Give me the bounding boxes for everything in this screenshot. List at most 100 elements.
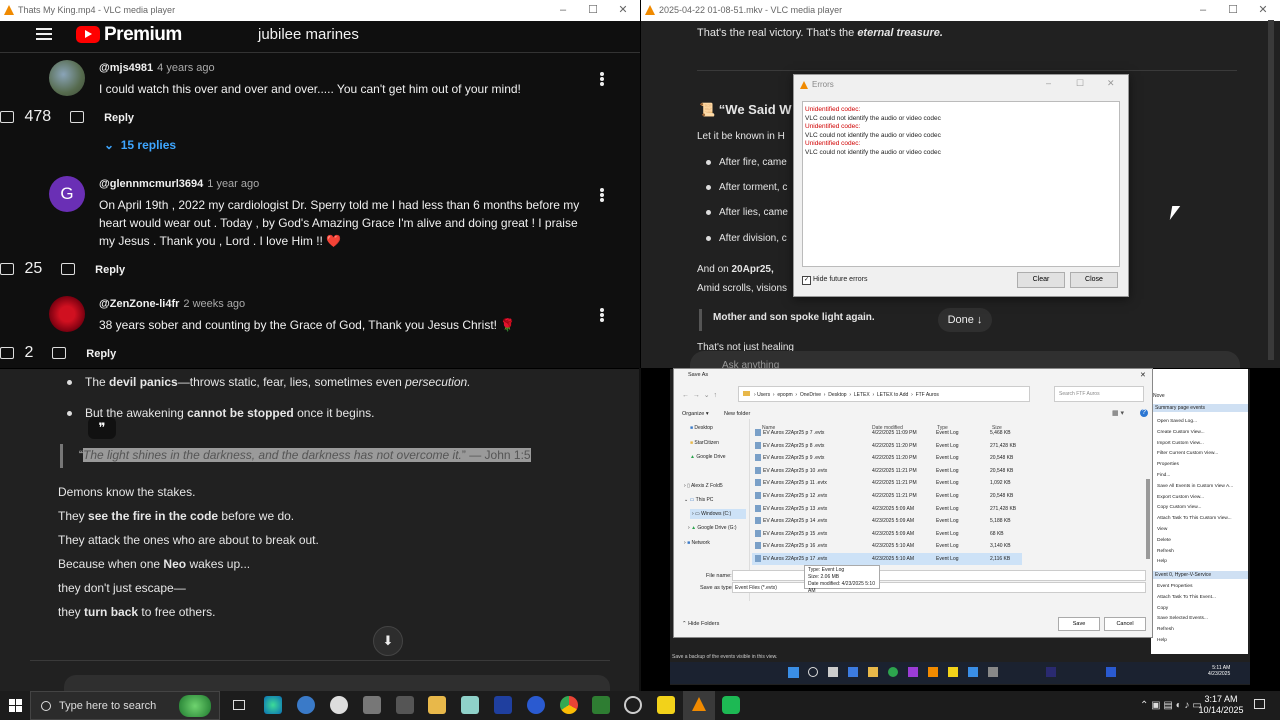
notification-icon[interactable] — [1254, 699, 1265, 709]
help-icon[interactable]: ? — [1140, 409, 1148, 417]
app-icon[interactable] — [297, 696, 315, 714]
hide-errors-checkbox[interactable]: ✓ — [802, 276, 811, 285]
file-row[interactable]: EV Auros 22Apr25 p 13 .evtx 4/23/2025 5:0… — [752, 503, 1022, 515]
action-item[interactable]: Refresh — [1157, 547, 1247, 558]
file-row[interactable]: EV Auros 22Apr25 p 15 .evtx 4/23/2025 5:0… — [752, 528, 1022, 540]
action-item[interactable]: Find... — [1157, 471, 1247, 482]
dislike-icon[interactable] — [69, 110, 84, 123]
menu-icon[interactable] — [36, 28, 52, 30]
comment-author[interactable]: @ZenZone-li4fr 2 weeks ago — [99, 298, 245, 310]
nav-item[interactable]: ▲ Google Drive — [690, 454, 726, 460]
close-button[interactable]: ✕ — [1248, 0, 1278, 21]
minimize-button[interactable]: – — [1188, 0, 1218, 21]
scrollbar[interactable] — [1268, 20, 1274, 360]
app-icon[interactable] — [461, 696, 479, 714]
action-item[interactable]: Save All Events in Custom View A... — [1157, 482, 1247, 493]
maximize-button[interactable]: ☐ — [1218, 0, 1248, 21]
sticky-notes-icon[interactable] — [657, 696, 675, 714]
app-icon[interactable] — [988, 667, 998, 677]
like-icon[interactable] — [0, 262, 14, 275]
action-item[interactable]: Delete — [1157, 536, 1247, 547]
file-row[interactable]: EV Auros 22Apr25 p 11 .evtx 4/22/2025 11:… — [752, 477, 1022, 489]
file-row[interactable]: EV Auros 22Apr25 p 17 .evtx 4/23/2025 5:1… — [752, 553, 1022, 565]
nav-item-selected[interactable]: › ▭ Windows (C:) — [690, 509, 746, 519]
action-item[interactable]: Event Properties — [1157, 582, 1247, 593]
nav-item[interactable]: ⌄ ▭ This PC — [684, 497, 713, 503]
tray-icons[interactable]: ⌃ ▣ ▤ ◐ ♪ ▭ — [1140, 700, 1202, 711]
app-icon[interactable] — [330, 696, 348, 714]
action-item[interactable]: Create Custom View... — [1157, 428, 1247, 439]
save-type-select[interactable]: Event Files (*.evtx) — [732, 582, 1146, 593]
search-query[interactable]: jubilee marines — [258, 26, 359, 43]
action-item[interactable]: Open Saved Log... — [1157, 417, 1247, 428]
file-row[interactable]: EV Auros 22Apr25 p 12 .evtx 4/22/2025 11:… — [752, 490, 1022, 502]
done-button[interactable]: Done ↓ — [938, 308, 992, 332]
clock-app-icon[interactable] — [624, 696, 642, 714]
dislike-icon[interactable] — [60, 262, 75, 275]
minimize-button[interactable]: – — [1046, 78, 1051, 88]
avatar[interactable] — [49, 296, 85, 332]
taskbar-search-input[interactable]: Type here to search — [30, 691, 220, 720]
view-options-icon[interactable]: ▦ ▾ — [1112, 409, 1124, 417]
file-row[interactable]: EV Auros 22Apr25 p 9 .evtx 4/22/2025 11:2… — [752, 452, 1022, 464]
new-folder-button[interactable]: New folder — [724, 411, 750, 417]
nav-item[interactable]: › ▲ Google Drive (G:) — [688, 525, 737, 531]
app-icon[interactable] — [968, 667, 978, 677]
app-icon[interactable] — [848, 667, 858, 677]
vlc-taskbar-button[interactable] — [683, 691, 715, 720]
app-icon[interactable] — [1106, 667, 1116, 677]
task-view-icon[interactable] — [233, 700, 245, 710]
dislike-icon[interactable] — [51, 346, 66, 359]
app-icon[interactable] — [363, 696, 381, 714]
browser-icon[interactable] — [888, 667, 898, 677]
nav-arrows-icon[interactable]: ← → ⌄ ↑ — [682, 391, 717, 399]
action-item[interactable]: Attach Task To This Event... — [1157, 593, 1247, 604]
app-icon[interactable] — [908, 667, 918, 677]
reply-button[interactable]: Reply — [86, 348, 116, 360]
action-item[interactable]: Help — [1157, 557, 1247, 568]
close-button[interactable]: Close — [1070, 272, 1118, 288]
chrome-icon[interactable] — [560, 696, 578, 714]
comment-author[interactable]: @glennmcmurl3694 1 year ago — [99, 178, 259, 190]
file-name-input[interactable] — [732, 570, 1146, 581]
search-icon[interactable] — [808, 667, 818, 677]
action-item[interactable]: Copy Custom View... — [1157, 503, 1247, 514]
app-icon[interactable] — [592, 696, 610, 714]
file-row[interactable]: EV Auros 22Apr25 p 14 .evtx 4/23/2025 5:0… — [752, 515, 1022, 527]
app-icon[interactable] — [948, 667, 958, 677]
action-item[interactable]: Copy — [1157, 604, 1247, 615]
edge-icon[interactable] — [264, 696, 282, 714]
chat-input[interactable] — [64, 675, 610, 691]
action-item[interactable]: Save Selected Events... — [1157, 614, 1247, 625]
scrollbar[interactable] — [1146, 479, 1150, 559]
action-item[interactable]: View — [1157, 525, 1247, 536]
view-replies-button[interactable]: ⌄ 15 replies — [104, 138, 176, 152]
search-input[interactable]: Search FTF Auros — [1054, 386, 1144, 402]
app-icon[interactable] — [527, 696, 545, 714]
like-icon[interactable] — [0, 346, 14, 359]
close-icon[interactable]: ✕ — [1140, 371, 1146, 379]
file-explorer-icon[interactable] — [428, 696, 446, 714]
action-item[interactable]: Filter Current Custom View... — [1157, 449, 1247, 460]
app-icon[interactable] — [722, 696, 740, 714]
nav-item[interactable]: › ▯ Alexis Z Fold5 — [684, 483, 723, 489]
app-icon[interactable] — [396, 696, 414, 714]
app-icon[interactable] — [1046, 667, 1056, 677]
action-item[interactable]: Import Custom View... — [1157, 439, 1247, 450]
nav-item[interactable]: › ■ Network — [684, 540, 710, 546]
more-options-icon[interactable] — [600, 188, 604, 192]
quote-icon[interactable]: ❞ — [88, 417, 116, 439]
organize-menu[interactable]: Organize ▾ — [682, 411, 709, 417]
file-row[interactable]: EV Auros 22Apr25 p 10 .evtx 4/22/2025 11:… — [752, 465, 1022, 477]
reply-button[interactable]: Reply — [104, 112, 134, 124]
more-options-icon[interactable] — [600, 72, 604, 76]
youtube-logo-icon[interactable] — [76, 26, 100, 43]
chat-input[interactable]: Ask anything — [690, 351, 1240, 368]
file-row[interactable]: EV Auros 22Apr25 p 7 .evtx 4/22/2025 11:0… — [752, 427, 1022, 439]
scroll-down-button[interactable]: ⬇ — [373, 626, 403, 656]
avatar[interactable]: G — [49, 176, 85, 212]
cancel-button[interactable]: Cancel — [1104, 617, 1146, 631]
start-icon[interactable] — [788, 667, 799, 678]
app-icon[interactable] — [494, 696, 512, 714]
maximize-button[interactable]: ☐ — [578, 0, 608, 21]
